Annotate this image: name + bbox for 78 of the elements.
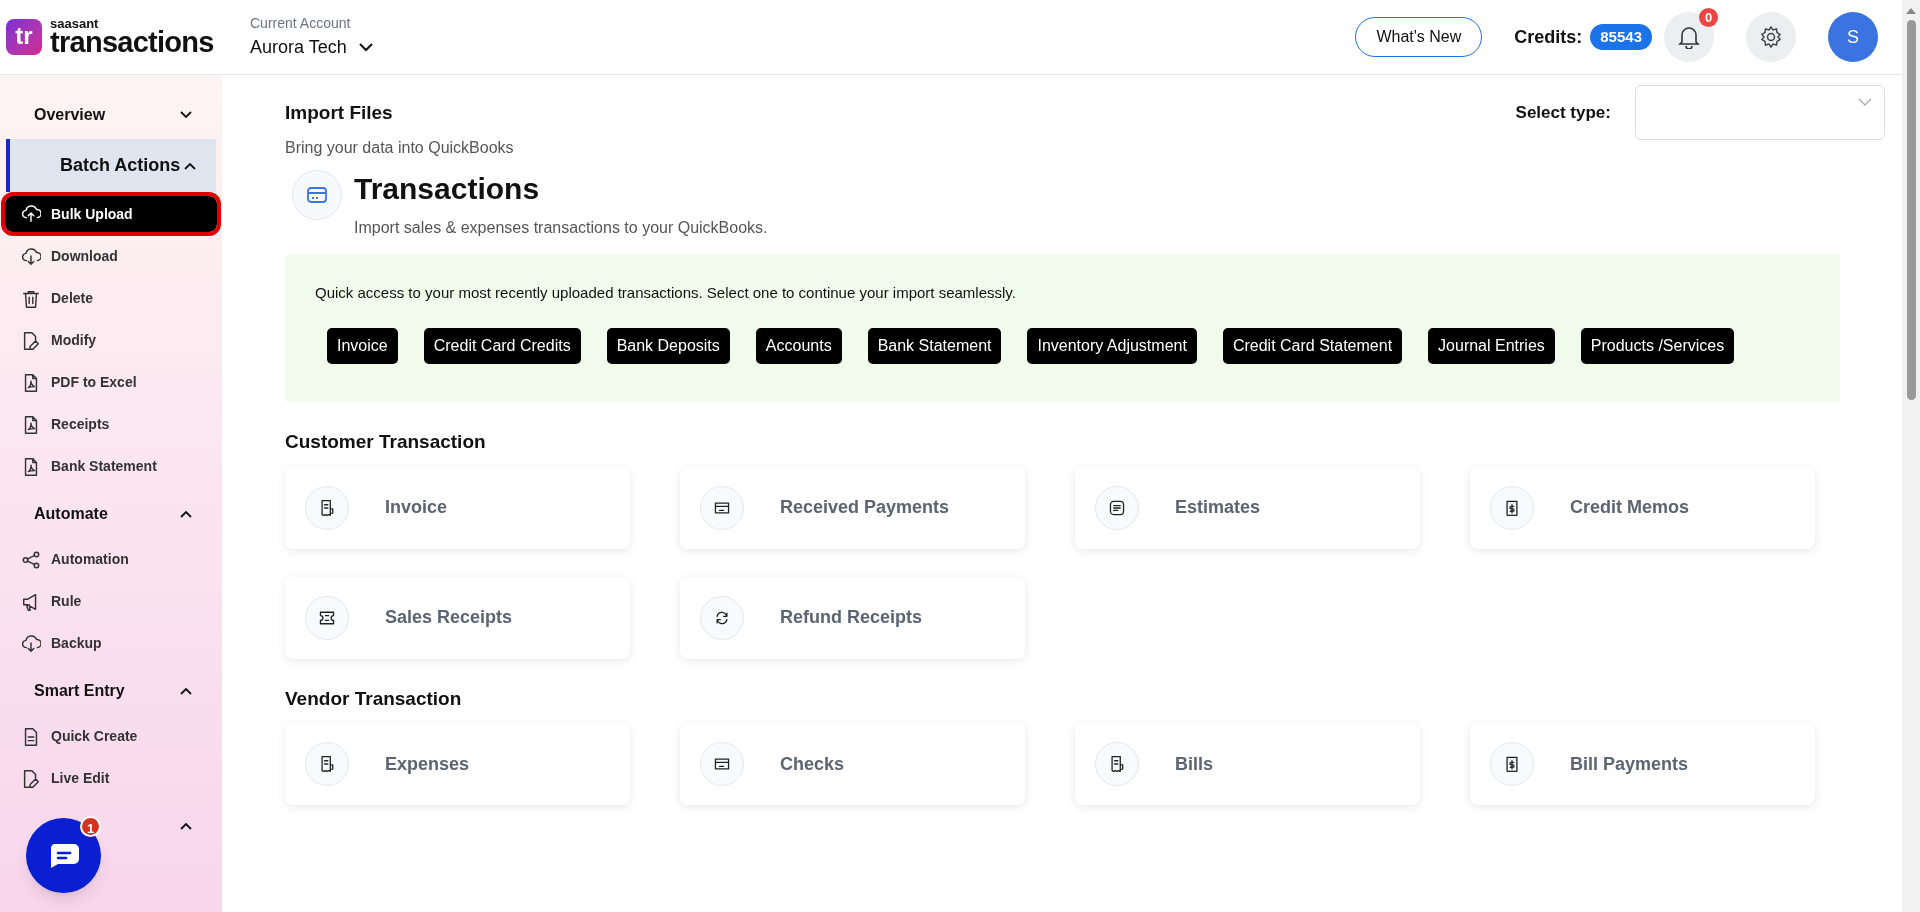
sidebar-section-selected[interactable]: Batch Actions: [6, 139, 216, 192]
trash-icon: [21, 288, 41, 309]
recent-chip[interactable]: Products /Services: [1580, 328, 1735, 364]
dollar-document-icon: [1503, 755, 1521, 773]
transaction-card[interactable]: Bill Payments: [1470, 723, 1815, 805]
chevron-up-icon[interactable]: [180, 510, 192, 518]
sidebar-item[interactable]: Receipts: [5, 407, 217, 442]
cloud-download-icon: [21, 633, 41, 654]
transaction-card[interactable]: Received Payments: [680, 466, 1025, 549]
note-icon: [1108, 498, 1126, 517]
chevron-down-icon[interactable]: [180, 111, 192, 119]
sidebar-item[interactable]: Quick Create: [5, 719, 217, 754]
transaction-card[interactable]: Estimates: [1075, 466, 1420, 549]
group-title: Vendor Transaction: [285, 686, 463, 711]
receipt-icon: [318, 498, 336, 517]
recent-description: Quick access to your most recently uploaded transactions. Select one to continue your import seamlessly.: [315, 282, 1017, 303]
sidebar-section[interactable]: Overview: [6, 91, 216, 139]
group-title: Customer Transaction: [285, 430, 487, 454]
select-type-label: Select type:: [1515, 101, 1611, 124]
transaction-card[interactable]: Bills: [1075, 723, 1420, 805]
document-pen-icon: [21, 768, 41, 789]
document-pen-icon: [21, 330, 41, 351]
sidebar-item[interactable]: Backup: [5, 626, 217, 661]
chevron-up-icon[interactable]: [184, 161, 196, 170]
sidebar-item[interactable]: Live Edit: [5, 761, 217, 796]
recent-chip[interactable]: Credit Card Credits: [423, 328, 581, 364]
page-title: Import Files: [285, 101, 393, 126]
credits-label: Credits:: [1514, 25, 1583, 49]
sidebar-item[interactable]: Delete: [5, 281, 217, 316]
sidebar-item[interactable]: Bank Statement: [5, 449, 217, 484]
account-dropdown[interactable]: Aurora Tech: [250, 34, 373, 61]
chevron-up-icon[interactable]: [180, 822, 192, 830]
recent-chip[interactable]: Invoice: [327, 328, 398, 364]
share-nodes-icon: [21, 549, 41, 570]
card-icon: [713, 755, 731, 773]
sidebar-item[interactable]: Automation: [5, 542, 217, 577]
transaction-card[interactable]: Sales Receipts: [285, 576, 630, 659]
sidebar-item[interactable]: Modify: [5, 323, 217, 358]
brand-tagline: saasant: [50, 17, 99, 30]
transaction-card[interactable]: Credit Memos: [1470, 466, 1815, 549]
account-label: Current Account: [250, 14, 352, 33]
sidebar-section[interactable]: Automate: [6, 490, 216, 538]
logo-icon: tr: [6, 19, 42, 55]
transaction-card[interactable]: Checks: [680, 723, 1025, 805]
scroll-up-icon[interactable]: [1906, 8, 1916, 14]
notification-count: 0: [1699, 8, 1718, 27]
sidebar-item[interactable]: PDF to Excel: [5, 365, 217, 400]
cloud-upload-icon: [21, 204, 41, 224]
credits-badge: 85543: [1590, 23, 1652, 51]
card-icon: [292, 170, 342, 220]
section-title: Transactions: [354, 171, 541, 207]
recent-chip[interactable]: Credit Card Statement: [1222, 328, 1403, 364]
transaction-card[interactable]: Invoice: [285, 466, 630, 549]
user-avatar[interactable]: S: [1828, 12, 1878, 62]
receipt-icon: [1108, 755, 1126, 773]
chevron-down-icon: [358, 43, 373, 52]
brand-name: transactions: [50, 28, 214, 57]
sidebar-section[interactable]: Smart Entry: [6, 667, 216, 715]
recent-chip[interactable]: Inventory Adjustment: [1027, 328, 1197, 364]
transaction-card[interactable]: Refund Receipts: [680, 576, 1025, 659]
recent-chip[interactable]: Bank Statement: [867, 328, 1002, 364]
recent-chip[interactable]: Accounts: [755, 328, 842, 364]
bell-icon: [1678, 25, 1700, 49]
transaction-card[interactable]: Expenses: [285, 723, 630, 805]
page-subtitle: Bring your data into QuickBooks: [285, 138, 515, 158]
settings-button[interactable]: [1746, 12, 1796, 62]
dollar-document-icon: [1503, 498, 1521, 517]
settings-icon: [1759, 25, 1783, 49]
cloud-download-icon: [21, 246, 41, 267]
receipt-icon: [318, 755, 336, 773]
recent-chip[interactable]: Bank Deposits: [606, 328, 730, 364]
recent-chip[interactable]: Journal Entries: [1428, 328, 1555, 364]
chevron-up-icon[interactable]: [180, 687, 192, 695]
section-description: Import sales & expenses transactions to your QuickBooks.: [354, 217, 768, 238]
sidebar-item[interactable]: Rule: [5, 584, 217, 619]
chevron-down-icon: [1858, 98, 1872, 106]
sidebar-item[interactable]: Download: [5, 239, 217, 274]
scrollbar-thumb[interactable]: [1906, 20, 1916, 400]
